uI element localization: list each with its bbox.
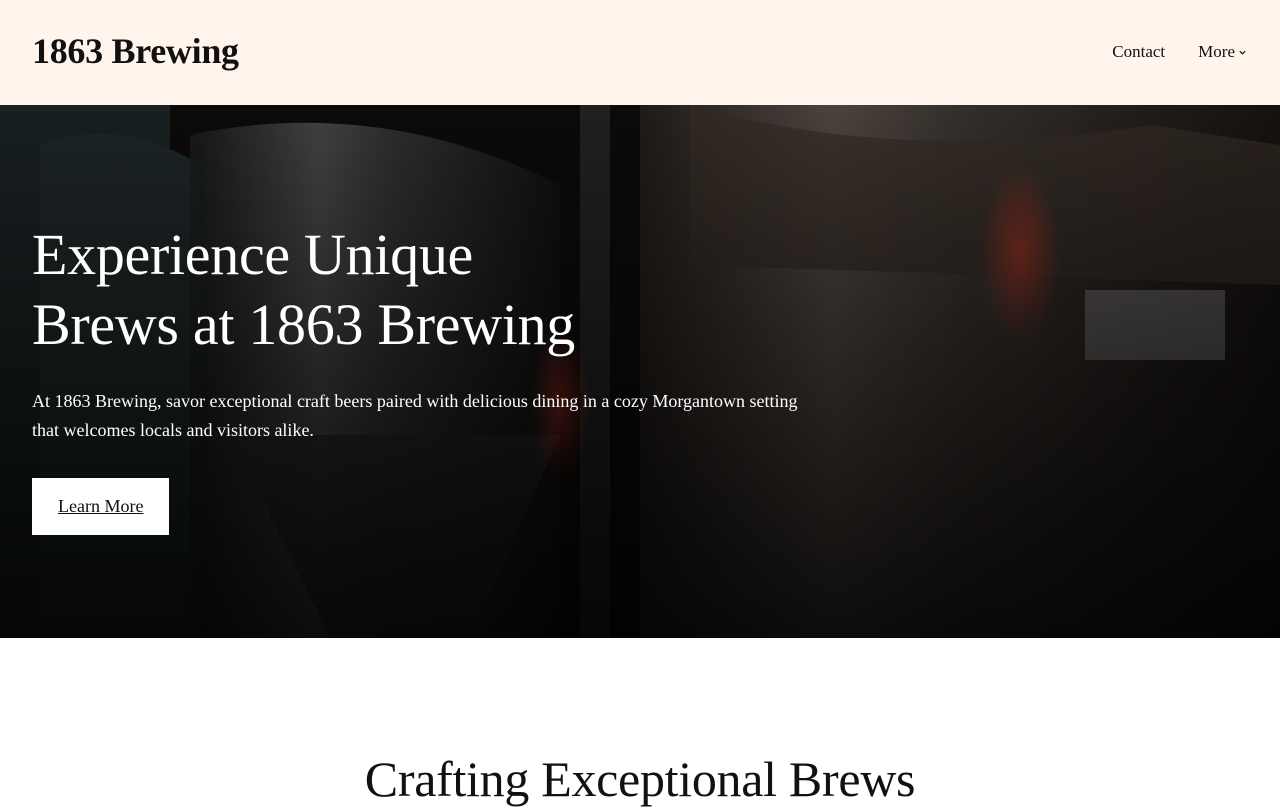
hero-description: At 1863 Brewing, savor exceptional craft… (32, 391, 798, 440)
nav-link-more[interactable]: More (1198, 42, 1247, 62)
intro-section: Crafting Exceptional Brews (0, 638, 1280, 807)
nav-link-contact-label: Contact (1112, 42, 1166, 61)
learn-more-button[interactable]: Learn More (32, 478, 170, 535)
brand-logo-text[interactable]: 1863 Brewing (32, 30, 239, 72)
hero-content: Experience Unique Brews at 1863 Brewing … (32, 220, 832, 535)
chevron-down-icon (1239, 50, 1246, 55)
hero-title-line-1: Experience Unique (32, 222, 473, 287)
hero-title-line-2: Brews at 1863 Brewing (32, 292, 576, 357)
site-header: 1863 Brewing Contact More (0, 0, 1280, 105)
hero-section: Experience Unique Brews at 1863 Brewing … (0, 105, 1280, 638)
hero-title: Experience Unique Brews at 1863 Brewing (32, 220, 632, 360)
nav-link-contact[interactable]: Contact (1112, 42, 1165, 62)
main-nav: Contact More (1112, 42, 1247, 62)
section-heading: Crafting Exceptional Brews (364, 751, 916, 807)
nav-link-more-label: More (1198, 42, 1235, 61)
